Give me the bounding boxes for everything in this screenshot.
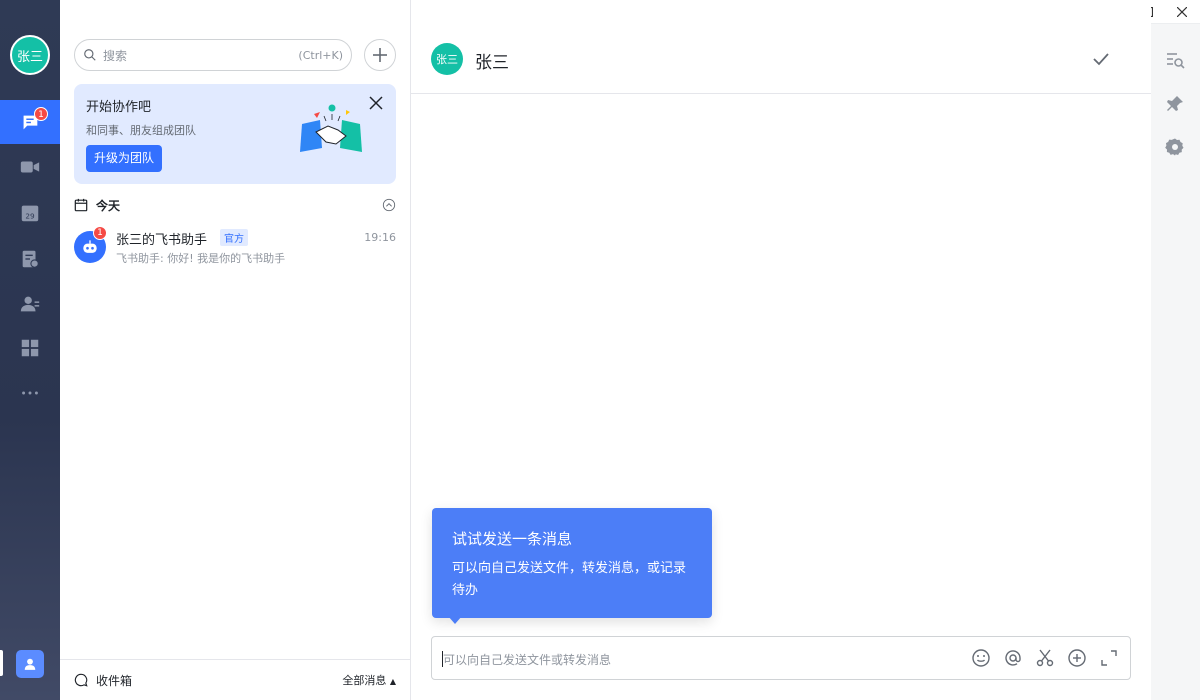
message-filter[interactable]: 全部消息 ▲ <box>342 672 396 688</box>
check-icon[interactable] <box>1091 49 1111 69</box>
expand-icon[interactable] <box>1098 647 1120 669</box>
scissors-icon[interactable] <box>1034 647 1056 669</box>
add-button[interactable] <box>364 39 396 71</box>
collapse-icon[interactable] <box>382 198 396 212</box>
nav-workplace[interactable] <box>0 326 60 370</box>
settings-icon[interactable] <box>1165 137 1185 157</box>
search-placeholder: 搜索 <box>103 48 128 63</box>
messages-badge: 1 <box>34 107 48 121</box>
plus-icon <box>373 48 387 62</box>
inbox-icon <box>74 673 88 687</box>
calendar-small-icon <box>74 198 88 212</box>
caret-up-icon: ▲ <box>389 677 396 686</box>
close-window-icon[interactable] <box>1174 4 1190 20</box>
chat-list-panel: 搜索 (Ctrl+K) 开始协作吧 和同事、朋友组成团队 升级为团队 今天 1 … <box>60 0 411 700</box>
search-history-icon[interactable] <box>1165 50 1185 70</box>
mention-icon[interactable] <box>1002 647 1024 669</box>
nav-calendar[interactable]: 29 <box>0 191 60 235</box>
tooltip-arrow <box>448 616 462 624</box>
app-window: 张三 1 29 搜索 (Ctrl+K) 开始协作吧 和同事、朋友组成团队 升级为… <box>0 0 1200 700</box>
section-label: 今天 <box>96 198 121 213</box>
nav-contacts[interactable] <box>0 282 60 326</box>
contacts-icon <box>20 296 40 312</box>
list-footer: 收件箱 全部消息 ▲ <box>60 659 410 700</box>
conversation-name: 张三的飞书助手 <box>116 233 208 248</box>
team-promo-card: 开始协作吧 和同事、朋友组成团队 升级为团队 <box>74 84 396 184</box>
add-attachment-icon[interactable] <box>1066 647 1088 669</box>
nav-docs[interactable] <box>0 237 60 281</box>
nav-messages[interactable]: 1 <box>0 100 60 144</box>
chat-header: 张三 张三 <box>411 24 1151 94</box>
close-icon[interactable] <box>368 95 384 111</box>
nav-more[interactable] <box>0 371 60 415</box>
conversation-item[interactable]: 1 张三的飞书助手 官方 19:16 飞书助手: 你好! 我是你的飞书助手 <box>74 226 396 270</box>
calendar-icon: 29 <box>21 205 39 222</box>
message-input[interactable]: 可以向自己发送文件或转发消息 <box>431 636 1131 680</box>
handshake-illustration <box>300 104 362 152</box>
tooltip-description: 可以向自己发送文件，转发消息，或记录待办 <box>452 561 687 598</box>
docs-icon <box>22 250 39 268</box>
workplace-icon <box>21 339 39 357</box>
chat-avatar[interactable]: 张三 <box>431 43 463 75</box>
person-icon <box>24 658 36 670</box>
tooltip-title: 试试发送一条消息 <box>452 530 573 548</box>
message-placeholder: 可以向自己发送文件或转发消息 <box>443 653 612 667</box>
conversation-time: 19:16 <box>364 231 396 244</box>
promo-subtitle: 和同事、朋友组成团队 <box>86 124 196 137</box>
profile-button[interactable] <box>16 650 44 678</box>
pin-icon[interactable] <box>1165 94 1185 114</box>
inbox-link[interactable]: 收件箱 <box>96 672 342 689</box>
search-icon <box>84 49 96 61</box>
nav-rail: 张三 1 29 <box>0 0 60 700</box>
emoji-icon[interactable] <box>970 647 992 669</box>
composer-toolbar <box>970 647 1120 669</box>
official-tag: 官方 <box>220 229 248 246</box>
conversation-preview: 飞书助手: 你好! 我是你的飞书助手 <box>116 252 286 265</box>
onboarding-tooltip: 试试发送一条消息 可以向自己发送文件，转发消息，或记录待办 <box>432 508 712 624</box>
user-avatar[interactable]: 张三 <box>10 35 50 75</box>
video-icon <box>20 161 40 173</box>
conversation-badge: 1 <box>93 226 107 240</box>
search-box[interactable]: 搜索 (Ctrl+K) <box>74 39 352 71</box>
upgrade-team-button[interactable]: 升级为团队 <box>86 145 163 172</box>
search-shortcut: (Ctrl+K) <box>298 48 343 62</box>
nav-video[interactable] <box>0 145 60 189</box>
more-icon <box>22 391 38 395</box>
message-filter-label: 全部消息 <box>342 674 387 687</box>
promo-title: 开始协作吧 <box>86 100 152 115</box>
right-toolbar <box>1151 24 1200 700</box>
section-today[interactable]: 今天 <box>74 196 396 214</box>
edge-indicator <box>0 650 3 676</box>
chat-title: 张三 <box>475 53 509 73</box>
chat-panel: 张三 张三 试试发送一条消息 可以向自己发送文件，转发消息，或记录待办 可以向自… <box>411 0 1151 700</box>
robot-icon <box>83 240 97 253</box>
svg-text:29: 29 <box>25 212 35 221</box>
